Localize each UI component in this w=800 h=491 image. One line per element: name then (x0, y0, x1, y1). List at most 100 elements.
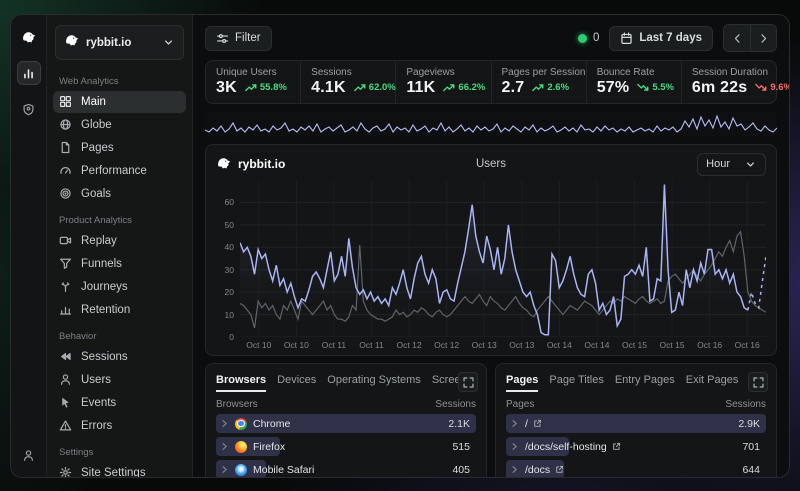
bar-chart-icon (22, 67, 35, 80)
column-header-left: Pages (506, 399, 534, 410)
sidebar-item-label: Sessions (81, 351, 128, 363)
interval-value: Hour (706, 158, 730, 170)
sidebar-item-goals[interactable]: Goals (53, 183, 186, 205)
row-sessions: 515 (452, 441, 470, 453)
filter-button[interactable]: Filter (205, 26, 272, 51)
sidebar-item-journeys[interactable]: Journeys (53, 276, 186, 298)
sidebar-item-label: Main (81, 96, 106, 108)
chart-title: Users (366, 158, 616, 170)
user-icon (59, 373, 73, 387)
gauge-icon (59, 164, 73, 178)
calendar-icon (620, 32, 633, 45)
sidebar-item-site-settings[interactable]: Site Settings (53, 462, 186, 477)
rows: / 2.9K /docs/self-hosting 701 /docs 644 (506, 414, 766, 477)
users-line-chart[interactable] (240, 180, 766, 337)
sidebar-item-events[interactable]: Events (53, 392, 186, 414)
stat-bounce-rate[interactable]: Bounce Rate 57% 5.5% (587, 61, 682, 103)
account-rail-button[interactable] (17, 443, 41, 467)
globe-icon (59, 118, 73, 132)
stat-label: Session Duration (692, 67, 766, 78)
x-tick-label: Oct 16 (735, 340, 760, 350)
tab-page-titles[interactable]: Page Titles (549, 374, 603, 392)
x-tick-label: Oct 12 (434, 340, 459, 350)
safari-icon (235, 464, 247, 476)
card-tabs: PagesPage TitlesEntry PagesExit PagesHos… (506, 372, 766, 394)
sidebar-section-title: Product Analytics (59, 215, 180, 226)
chevron-down-icon (744, 158, 757, 171)
interval-select[interactable]: Hour (697, 153, 766, 176)
tab-pages[interactable]: Pages (506, 374, 538, 392)
column-header-right: Sessions (725, 399, 766, 410)
expand-button[interactable] (458, 372, 478, 392)
retention-icon (59, 303, 73, 317)
tab-entry-pages[interactable]: Entry Pages (615, 374, 675, 392)
table-row[interactable]: Chrome 2.1K (216, 414, 476, 433)
sidebar-item-users[interactable]: Users (53, 369, 186, 391)
live-users-indicator[interactable]: 0 (578, 32, 599, 44)
stat-sessions[interactable]: Sessions 4.1K 62.0% (301, 61, 396, 103)
sidebar-item-errors[interactable]: Errors (53, 415, 186, 437)
stat-change: 62.0% (354, 82, 396, 93)
topbar: Filter 0 Last 7 days (205, 23, 777, 53)
stat-value: 2.7 (502, 79, 525, 97)
prev-period-button[interactable] (724, 25, 750, 51)
tab-exit-pages[interactable]: Exit Pages (686, 374, 739, 392)
stat-label: Pages per Session (502, 67, 576, 78)
sidebar-item-pages[interactable]: Pages (53, 137, 186, 159)
browsers-card: BrowsersDevicesOperating SystemsScreen D… (205, 363, 487, 477)
chevron-left-icon (731, 32, 744, 45)
sidebar-item-label: Funnels (81, 258, 122, 270)
cursor-icon (59, 396, 73, 410)
funnel-icon (59, 257, 73, 271)
column-header-left: Browsers (216, 399, 258, 410)
row-sessions: 2.1K (448, 418, 470, 430)
table-row[interactable]: Firefox 515 (216, 437, 476, 456)
table-row[interactable]: Mobile Safari 405 (216, 460, 476, 477)
live-dot-icon (578, 34, 587, 43)
row-label: Mobile Safari (253, 464, 314, 476)
x-tick-label: Oct 16 (697, 340, 722, 350)
x-tick-label: Oct 10 (284, 340, 309, 350)
stat-pages-per-session[interactable]: Pages per Session 2.7 2.6% (492, 61, 587, 103)
sidebar-item-sessions[interactable]: Sessions (53, 346, 186, 368)
sidebar-item-globe[interactable]: Globe (53, 114, 186, 136)
firefox-icon (235, 441, 247, 453)
trend-up-icon (532, 83, 544, 92)
table-row[interactable]: /docs 644 (506, 460, 766, 477)
stat-change: 66.2% (443, 82, 485, 93)
sidebar: rybbit.io Web AnalyticsMainGlobePagesPer… (47, 15, 193, 477)
stat-session-duration[interactable]: Session Duration 6m 22s 9.6% (682, 61, 776, 103)
file-icon (59, 141, 73, 155)
site-selector[interactable]: rybbit.io (55, 25, 184, 60)
sidebar-item-retention[interactable]: Retention (53, 299, 186, 321)
sidebar-item-replay[interactable]: Replay (53, 230, 186, 252)
y-tick-label: 50 (225, 220, 234, 230)
rybbit-logo-icon (64, 32, 80, 53)
trend-up-icon (354, 83, 366, 92)
stat-value: 4.1K (311, 79, 346, 97)
sidebar-item-funnels[interactable]: Funnels (53, 253, 186, 275)
next-period-button[interactable] (750, 25, 776, 51)
sidebar-item-main[interactable]: Main (53, 91, 186, 113)
rows: Chrome 2.1K Firefox 515 Mobile Safari 40… (216, 414, 476, 477)
expand-button[interactable] (748, 372, 768, 392)
tab-operating-systems[interactable]: Operating Systems (327, 374, 421, 392)
chart-site-brand: rybbit.io (216, 155, 366, 174)
analytics-rail-button[interactable] (17, 61, 41, 85)
stat-pageviews[interactable]: Pageviews 11K 66.2% (396, 61, 491, 103)
sidebar-item-performance[interactable]: Performance (53, 160, 186, 182)
trend-down-icon (755, 83, 767, 92)
sidebar-section-title: Settings (59, 447, 180, 458)
table-row[interactable]: /docs/self-hosting 701 (506, 437, 766, 456)
tab-browsers[interactable]: Browsers (216, 374, 266, 392)
shield-rail-button[interactable] (17, 97, 41, 121)
row-sessions: 405 (452, 464, 470, 476)
x-tick-label: Oct 11 (359, 340, 383, 350)
date-range-button[interactable]: Last 7 days (609, 26, 713, 51)
x-tick-label: Oct 11 (322, 340, 346, 350)
filter-icon (216, 32, 229, 45)
table-row[interactable]: / 2.9K (506, 414, 766, 433)
tab-devices[interactable]: Devices (277, 374, 316, 392)
expand-icon (752, 376, 765, 389)
stat-unique-users[interactable]: Unique Users 3K 55.8% (206, 61, 301, 103)
